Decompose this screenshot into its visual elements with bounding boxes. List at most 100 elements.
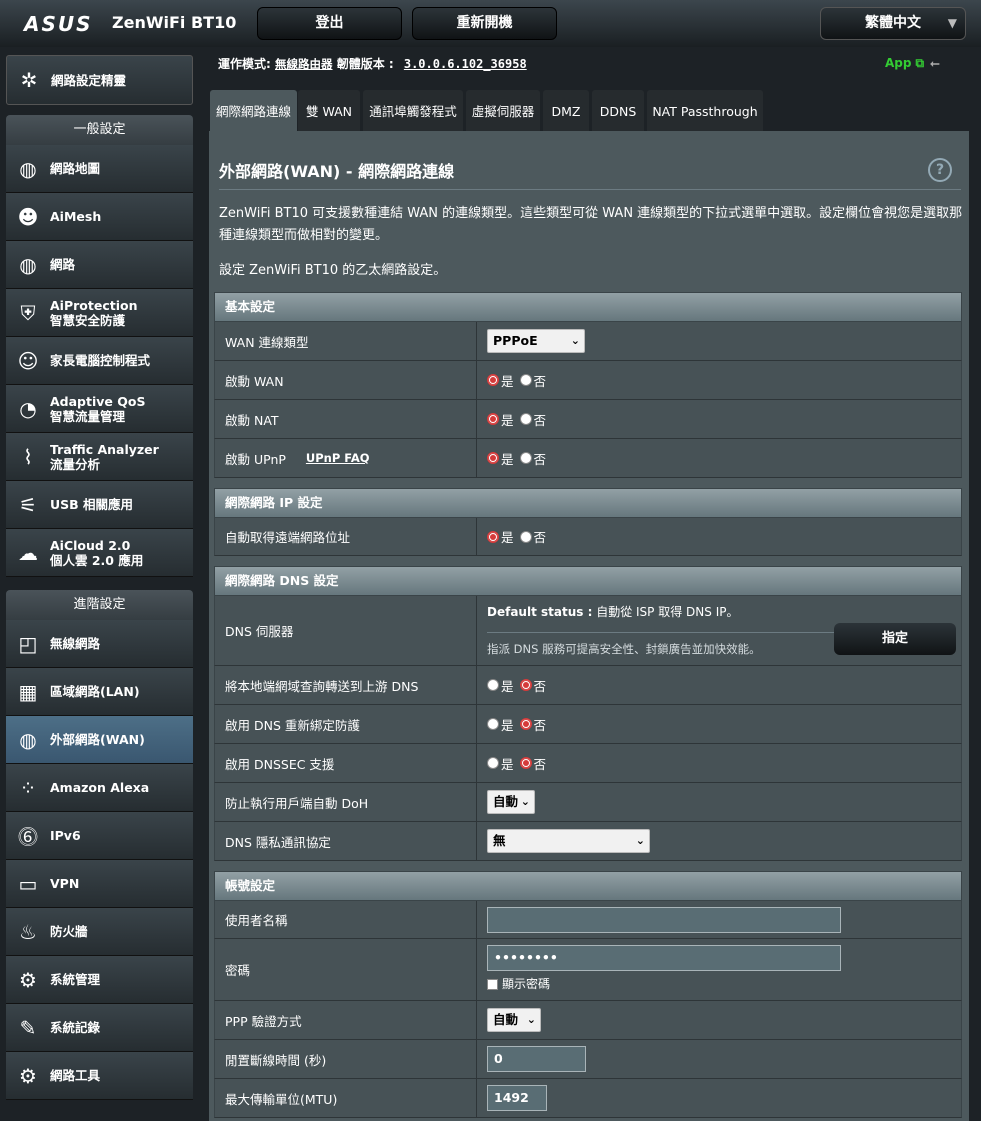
top-bar: ASUS ZenWiFi BT10 登出 重新開機 繁體中文 ▼: [0, 0, 981, 47]
enable-nat-no-radio[interactable]: [519, 413, 532, 425]
sidebar-item-label: AiProtection 智慧安全防護: [50, 297, 138, 328]
sidebar-item[interactable]: ⚙ 系統管理: [6, 956, 193, 1004]
sidebar-item-label: Amazon Alexa: [50, 780, 150, 795]
wan-dns-settings-header: 網際網路 DNS 設定: [214, 566, 962, 596]
sidebar-item[interactable]: ⚟ USB 相關應用: [6, 481, 193, 529]
tab-4[interactable]: DMZ: [543, 90, 589, 131]
tab-3[interactable]: 虛擬伺服器: [466, 90, 540, 131]
dnssec-yes-radio[interactable]: [487, 757, 499, 769]
content-panel: 外部網路(WAN) - 網際網路連線 ? ZenWiFi BT10 可支援數種連…: [209, 131, 969, 1121]
sidebar-item-label: 無線網路: [50, 636, 101, 651]
sidebar-item-label: 網路地圖: [50, 161, 101, 176]
idle-timeout-input[interactable]: 0: [487, 1046, 586, 1072]
reboot-button[interactable]: 重新開機: [412, 7, 557, 40]
dns-privacy-select[interactable]: 無 ⌄: [487, 829, 650, 853]
sidebar-item[interactable]: ⁘ Amazon Alexa: [6, 764, 193, 812]
yes-label: 是: [501, 678, 514, 694]
sidebar-item[interactable]: ☻ AiMesh: [6, 193, 193, 241]
default-status-value: 自動從 ISP 取得 DNS IP。: [596, 605, 739, 619]
sidebar-item[interactable]: ▭ VPN: [6, 860, 193, 908]
tab-0[interactable]: 網際網路連線: [210, 90, 297, 131]
no-label: 否: [533, 451, 547, 467]
password-input[interactable]: ••••••••: [487, 945, 841, 971]
help-icon[interactable]: ?: [928, 158, 952, 182]
sidebar-item-label: 外部網路(WAN): [50, 732, 145, 747]
sidebar-item[interactable]: ◍ 網路: [6, 241, 193, 289]
dns-privacy-label: DNS 隱私通訊協定: [215, 822, 477, 860]
op-mode-link[interactable]: 無線路由器: [275, 57, 333, 71]
wireless-icon: ◰: [18, 631, 38, 656]
usb-status-icon[interactable]: ⭠: [930, 56, 940, 70]
upnp-faq-link[interactable]: UPnP FAQ: [306, 451, 370, 465]
sidebar-item-label: AiCloud 2.0 個人雲 2.0 應用: [50, 537, 144, 568]
dns-forward-no-radio[interactable]: [519, 679, 532, 691]
alexa-icon: ⁘: [19, 775, 37, 800]
dns-hint: 指派 DNS 服務可提高安全性、封鎖廣告並加快效能。: [487, 642, 761, 656]
sidebar-item-quick-setup[interactable]: ✲ 網路設定精靈: [6, 55, 193, 105]
sidebar-item[interactable]: ▦ 區域網路(LAN): [6, 668, 193, 716]
language-select[interactable]: 繁體中文 ▼: [820, 7, 966, 40]
auto-ip-no-radio[interactable]: [519, 530, 532, 543]
sidebar-item[interactable]: ⛨ AiProtection 智慧安全防護: [6, 289, 193, 337]
firmware-label: 韌體版本 :: [336, 57, 394, 71]
guest-network-icon: ◍: [19, 252, 37, 277]
table-row: 使用者名稱: [214, 901, 962, 939]
table-row: 將本地端網域查詢轉送到上游 DNS 是 否: [214, 666, 962, 705]
logout-button[interactable]: 登出: [257, 7, 402, 40]
sidebar-item[interactable]: ◔ Adaptive QoS 智慧流量管理: [6, 385, 193, 433]
dns-forward-yes-radio[interactable]: [487, 679, 499, 691]
sidebar-item-label: 系統管理: [50, 972, 101, 987]
administration-icon: ⚙: [19, 967, 37, 992]
parental-control-icon: ☺: [17, 348, 39, 373]
ppp-auth-select[interactable]: 自動 ⌄: [487, 1008, 541, 1032]
tab-5[interactable]: DDNS: [592, 90, 644, 131]
assign-dns-button[interactable]: 指定: [834, 623, 956, 655]
sidebar-item[interactable]: ⌇ Traffic Analyzer 流量分析: [6, 433, 193, 481]
enable-upnp-no-radio[interactable]: [519, 452, 532, 464]
asus-logo: ASUS: [24, 12, 93, 36]
doh-select[interactable]: 自動 ⌄: [487, 790, 535, 814]
status-icons: App ⧉ ⭠: [885, 56, 940, 71]
tab-6[interactable]: NAT Passthrough: [647, 90, 763, 131]
page-description: ZenWiFi BT10 可支援數種連結 WAN 的連線類型。這些類型可從 WA…: [219, 206, 963, 243]
table-row: DNS 伺服器 Default status : 自動從 ISP 取得 DNS …: [214, 596, 962, 666]
dns-rebind-yes-radio[interactable]: [487, 718, 499, 730]
app-device-icon[interactable]: ⧉: [915, 56, 924, 70]
dns-rebind-no-radio[interactable]: [519, 718, 532, 730]
wan-icon: ◍: [19, 727, 37, 752]
sidebar-item[interactable]: ⓺ IPv6: [6, 812, 193, 860]
aimesh-icon: ☻: [17, 204, 39, 229]
yes-label: 是: [501, 451, 514, 467]
username-input[interactable]: [487, 906, 841, 933]
auto-ip-yes-radio[interactable]: [487, 530, 499, 543]
wan-type-label: WAN 連線類型: [215, 322, 477, 360]
enable-upnp-cell: 啟動 UPnP UPnP FAQ: [215, 439, 477, 477]
sidebar-item[interactable]: ✎ 系統記錄: [6, 1004, 193, 1052]
advanced-settings-header: 進階設定: [6, 590, 193, 620]
network-map-icon: ◍: [19, 156, 37, 181]
sidebar-item[interactable]: ◍ 網路地圖: [6, 145, 193, 193]
app-link[interactable]: App: [885, 56, 911, 70]
enable-upnp-yes-radio[interactable]: [487, 452, 499, 464]
wizard-icon: ✲: [20, 68, 38, 92]
enable-nat-yes-radio[interactable]: [487, 413, 499, 425]
sidebar-item[interactable]: ⚙ 網路工具: [6, 1052, 193, 1100]
tab-2[interactable]: 通訊埠觸發程式: [363, 90, 463, 131]
dnssec-no-radio[interactable]: [519, 757, 532, 769]
enable-wan-yes-radio[interactable]: [487, 374, 499, 386]
chevron-down-icon: ⌄: [526, 1013, 536, 1026]
show-password-checkbox[interactable]: [487, 979, 498, 990]
vpn-icon: ▭: [18, 871, 38, 896]
wan-type-select[interactable]: PPPoE ⌄: [487, 329, 585, 353]
sidebar-item[interactable]: ◍ 外部網路(WAN): [6, 716, 193, 764]
sidebar-item[interactable]: ◰ 無線網路: [6, 620, 193, 668]
table-row: PPP 驗證方式 自動 ⌄: [214, 1001, 962, 1040]
enable-wan-no-radio[interactable]: [519, 374, 532, 386]
firmware-link[interactable]: 3.0.0.6.102_36958: [404, 57, 527, 71]
sidebar-item[interactable]: ☁ AiCloud 2.0 個人雲 2.0 應用: [6, 529, 193, 577]
tab-1[interactable]: 雙 WAN: [298, 90, 360, 131]
no-label: 否: [533, 717, 547, 733]
mtu-input[interactable]: 1492: [487, 1085, 547, 1111]
sidebar-item[interactable]: ♨ 防火牆: [6, 908, 193, 956]
sidebar-item[interactable]: ☺ 家長電腦控制程式: [6, 337, 193, 385]
